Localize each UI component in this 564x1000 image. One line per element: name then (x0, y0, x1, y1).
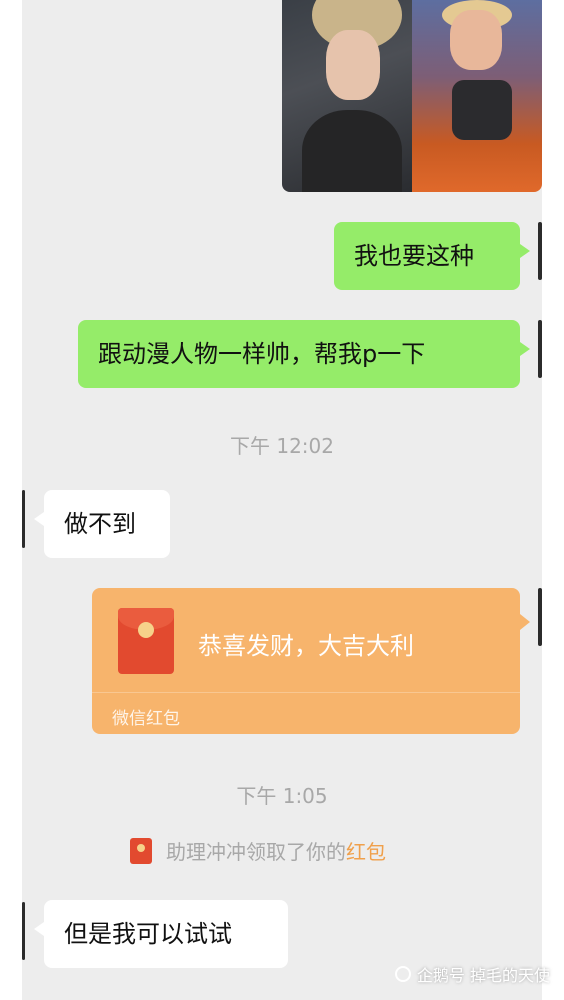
divider (92, 692, 520, 693)
timestamp: 下午 1:05 (236, 784, 328, 808)
redpacket-footer: 微信红包 (112, 709, 180, 729)
my-avatar[interactable] (538, 588, 542, 646)
received-message-bubble[interactable]: 但是我可以试试 (34, 900, 288, 968)
sent-message-bubble[interactable]: 我也要这种 (334, 222, 530, 290)
watermark: 企鹅号 掉毛的天使 (394, 962, 550, 986)
contact-avatar[interactable] (22, 490, 25, 548)
message-text: 跟动漫人物一样帅，帮我p一下 (98, 340, 426, 368)
system-notice: 助理冲冲领取了你的 红包 (130, 836, 386, 865)
redpacket-link[interactable]: 红包 (346, 836, 386, 865)
my-avatar[interactable] (538, 222, 542, 280)
redpacket-icon (118, 608, 174, 674)
redpacket-small-icon (130, 837, 152, 864)
timestamp: 下午 12:02 (230, 434, 334, 458)
my-avatar[interactable] (538, 320, 542, 378)
message-text: 但是我可以试试 (64, 920, 232, 948)
message-text: 我也要这种 (354, 242, 474, 270)
person-photo (412, 0, 542, 192)
anime-character-photo (282, 0, 412, 192)
redpacket-message[interactable]: 恭喜发财，大吉大利 微信红包 (92, 588, 530, 734)
watermark-text: 企鹅号 掉毛的天使 (416, 966, 550, 985)
message-text: 做不到 (64, 510, 136, 538)
redpacket-title: 恭喜发财，大吉大利 (198, 632, 414, 660)
contact-avatar[interactable] (22, 902, 25, 960)
image-message[interactable] (282, 0, 542, 192)
notice-text: 助理冲冲领取了你的 (166, 840, 346, 864)
sent-message-bubble[interactable]: 跟动漫人物一样帅，帮我p一下 (78, 320, 530, 388)
received-message-bubble[interactable]: 做不到 (34, 490, 170, 558)
watermark-logo-icon (394, 966, 411, 982)
